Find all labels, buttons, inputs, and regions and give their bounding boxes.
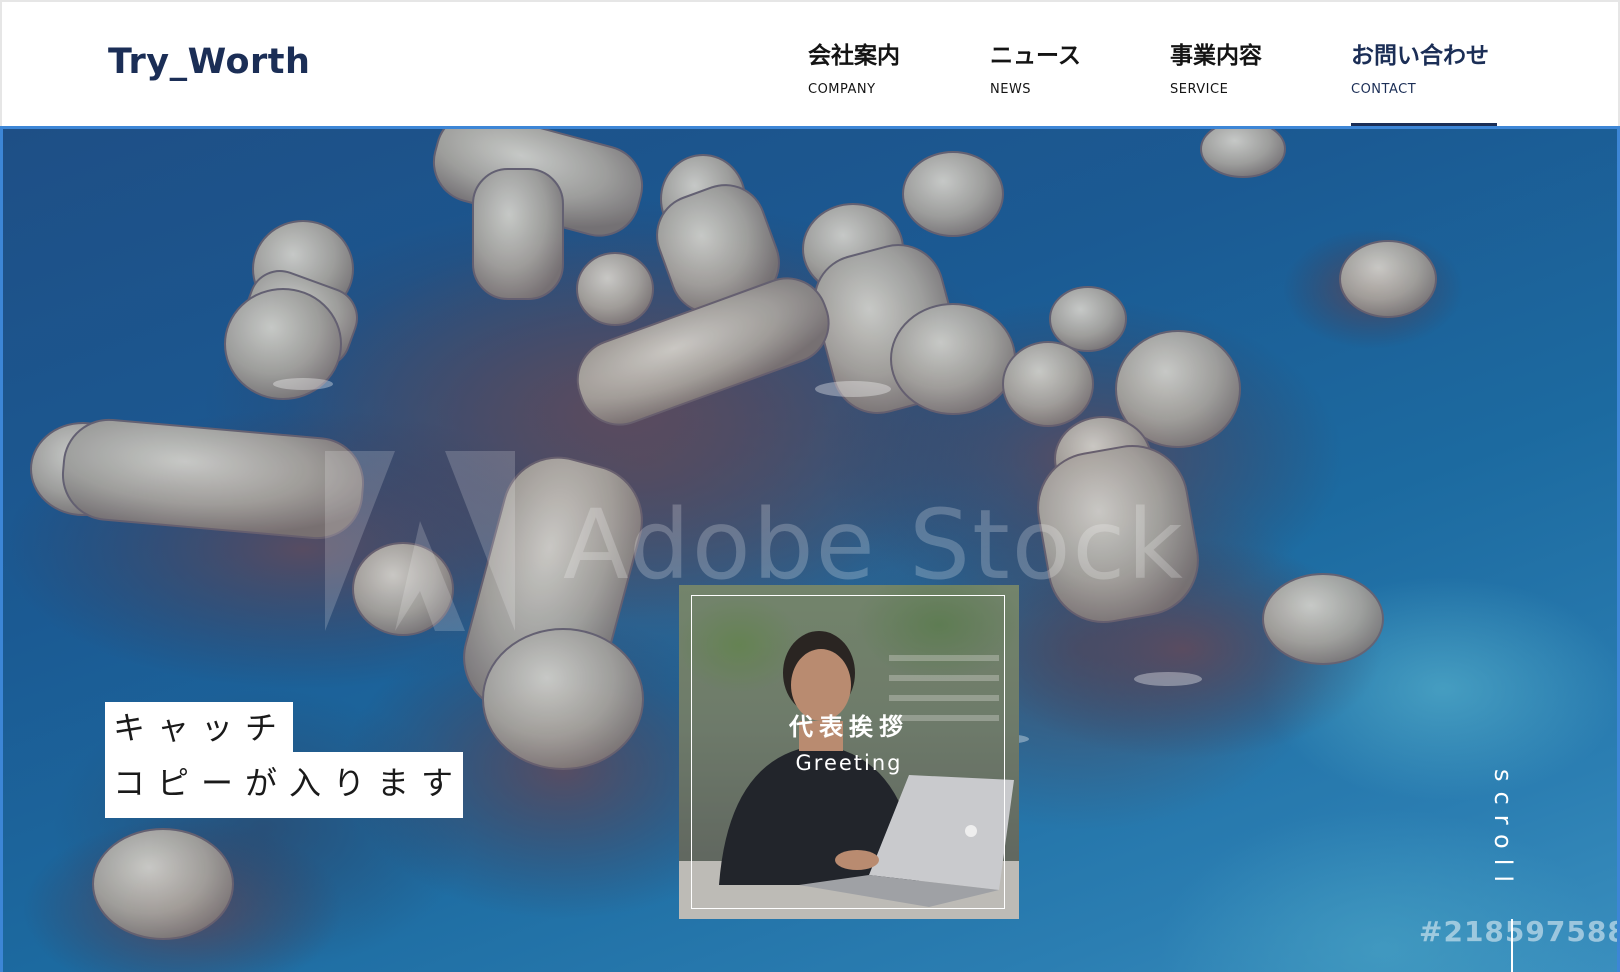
nav-item-news[interactable]: ニュース NEWS <box>990 36 1100 128</box>
nav-item-service[interactable]: 事業内容 SERVICE <box>1170 36 1280 128</box>
site-header: Try_Worth 会社案内 COMPANY ニュース NEWS 事業内容 SE… <box>0 0 1620 126</box>
greeting-subtitle: Greeting <box>795 751 903 775</box>
adobe-logo-icon <box>325 451 515 631</box>
nav-label-jp: 事業内容 <box>1170 43 1262 69</box>
nav-label-en: SERVICE <box>1170 82 1229 97</box>
nav-label-en: COMPANY <box>808 82 876 97</box>
nav-label-jp: ニュース <box>990 43 1081 69</box>
catch-copy-line1: キャッチ <box>105 702 293 754</box>
nav-item-company[interactable]: 会社案内 COMPANY <box>808 36 918 128</box>
nav-item-contact[interactable]: お問い合わせ CONTACT <box>1351 36 1497 128</box>
hero-section: Adobe Stock #218597588 キャッチ コピーが入ります 代表挨… <box>0 126 1620 972</box>
nav-label-en: CONTACT <box>1351 82 1417 97</box>
catch-copy-line2: コピーが入ります <box>105 752 463 818</box>
stock-id-label: #218597588 <box>1419 915 1620 948</box>
scroll-line <box>1511 919 1513 972</box>
nav-label-jp: 会社案内 <box>808 43 900 69</box>
site-logo[interactable]: Try_Worth <box>108 42 310 82</box>
scroll-indicator[interactable]: scroll <box>1489 769 1531 909</box>
nav-label-jp: お問い合わせ <box>1351 43 1489 69</box>
greeting-title: 代表挨拶 <box>789 713 909 741</box>
nav-label-en: NEWS <box>990 82 1032 97</box>
greeting-card[interactable]: 代表挨拶 Greeting <box>679 585 1019 919</box>
scroll-label: scroll <box>1489 769 1517 893</box>
